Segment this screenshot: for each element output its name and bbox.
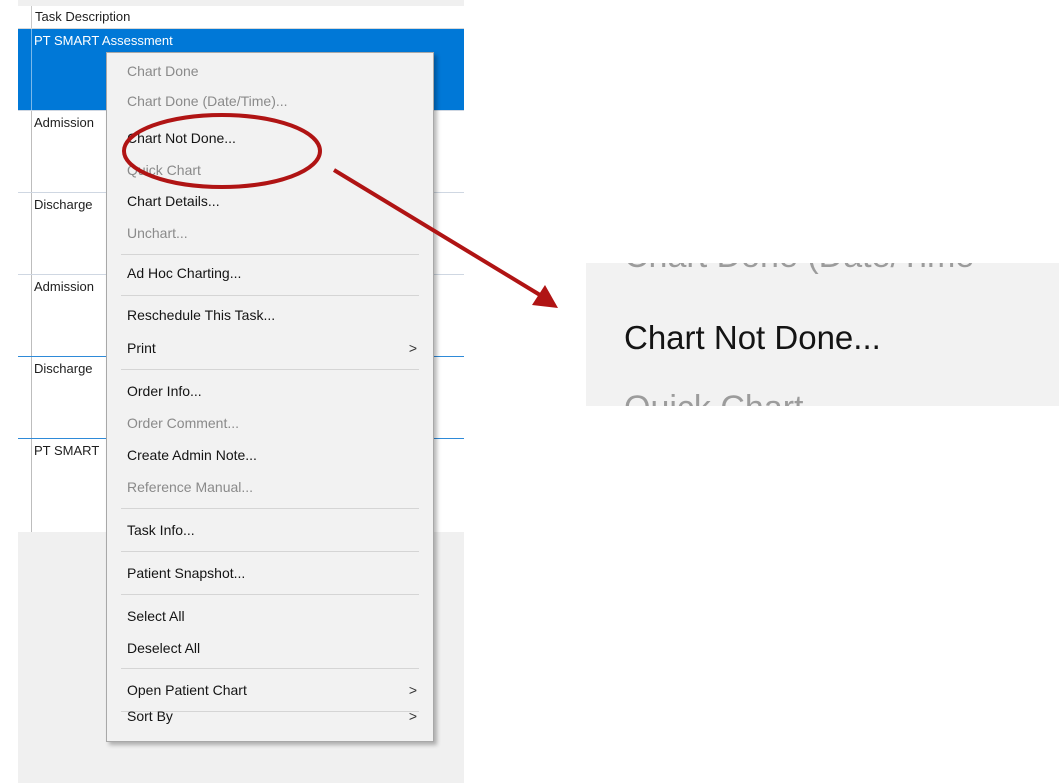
menu-item-chart-details[interactable]: Chart Details... [107, 189, 433, 213]
menu-item-label: Sort By [127, 708, 173, 724]
menu-item-label: Order Info... [127, 383, 202, 399]
zoom-partial-bottom-text: Quick Chart [624, 389, 804, 406]
menu-item-chart-done[interactable]: Chart Done [107, 59, 433, 83]
menu-item-print[interactable]: Print > [107, 336, 433, 360]
menu-item-label: Task Info... [127, 522, 195, 538]
zoom-partial-top-text: Chart Done (Date/Time [624, 263, 974, 276]
submenu-arrow-icon: > [408, 340, 417, 356]
menu-item-ad-hoc-charting[interactable]: Ad Hoc Charting... [107, 261, 433, 285]
menu-item-label: Create Admin Note... [127, 447, 257, 463]
column-divider [31, 6, 32, 28]
menu-item-chart-done-date-time[interactable]: Chart Done (Date/Time)... [107, 89, 433, 113]
menu-item-label: Reference Manual... [127, 479, 254, 495]
menu-separator [121, 369, 419, 370]
submenu-arrow-icon: > [408, 682, 417, 698]
row-gutter [31, 111, 32, 192]
menu-separator [121, 508, 419, 509]
row-gutter [31, 439, 32, 532]
task-row-label: PT SMART Assessment [34, 33, 173, 48]
menu-item-create-admin-note[interactable]: Create Admin Note... [107, 443, 433, 467]
zoom-callout: Chart Done (Date/Time Chart Not Done... … [586, 263, 1059, 406]
row-gutter [31, 275, 32, 356]
task-row-label: Admission [34, 279, 94, 294]
menu-item-quick-chart[interactable]: Quick Chart [107, 158, 433, 182]
menu-item-label: Print [127, 340, 156, 356]
menu-item-label: Quick Chart [127, 162, 201, 178]
menu-separator [121, 551, 419, 552]
menu-item-sort-by[interactable]: Sort By > [107, 704, 433, 728]
menu-item-label: Select All [127, 608, 185, 624]
menu-item-label: Unchart... [127, 225, 188, 241]
row-gutter [31, 29, 32, 110]
submenu-arrow-icon: > [408, 708, 417, 724]
menu-item-reschedule-task[interactable]: Reschedule This Task... [107, 303, 433, 327]
menu-item-unchart[interactable]: Unchart... [107, 221, 433, 245]
menu-separator [121, 295, 419, 296]
task-row-label: Discharge [34, 197, 93, 212]
task-row-label: Admission [34, 115, 94, 130]
column-header-label: Task Description [35, 9, 131, 24]
menu-item-chart-not-done[interactable]: Chart Not Done... [107, 126, 433, 150]
menu-item-patient-snapshot[interactable]: Patient Snapshot... [107, 561, 433, 585]
row-gutter [31, 193, 32, 274]
menu-item-order-comment[interactable]: Order Comment... [107, 411, 433, 435]
column-header-task-description[interactable]: Task Description [18, 6, 464, 29]
menu-separator [121, 254, 419, 255]
menu-item-label: Ad Hoc Charting... [127, 265, 242, 281]
menu-item-select-all[interactable]: Select All [107, 604, 433, 628]
task-row-label: Discharge [34, 361, 93, 376]
menu-item-label: Chart Not Done... [127, 130, 236, 146]
menu-item-label: Chart Done [127, 63, 199, 79]
menu-separator [121, 594, 419, 595]
menu-item-order-info[interactable]: Order Info... [107, 379, 433, 403]
menu-item-reference-manual[interactable]: Reference Manual... [107, 475, 433, 499]
zoom-main-text: Chart Not Done... [624, 319, 881, 356]
task-row-label: PT SMART [34, 443, 100, 458]
menu-item-label: Reschedule This Task... [127, 307, 276, 323]
menu-item-label: Deselect All [127, 640, 201, 656]
menu-item-deselect-all[interactable]: Deselect All [107, 636, 433, 660]
menu-item-label: Patient Snapshot... [127, 565, 246, 581]
menu-item-label: Chart Done (Date/Time)... [127, 93, 288, 109]
menu-separator [121, 668, 419, 669]
menu-item-task-info[interactable]: Task Info... [107, 518, 433, 542]
callout-arrow-head [532, 285, 558, 308]
menu-item-label: Order Comment... [127, 415, 240, 431]
context-menu: Chart Done Chart Done (Date/Time)... Cha… [106, 52, 434, 742]
menu-item-open-patient-chart[interactable]: Open Patient Chart > [107, 678, 433, 702]
row-gutter [31, 357, 32, 438]
menu-item-label: Open Patient Chart [127, 682, 247, 698]
menu-item-label: Chart Details... [127, 193, 220, 209]
